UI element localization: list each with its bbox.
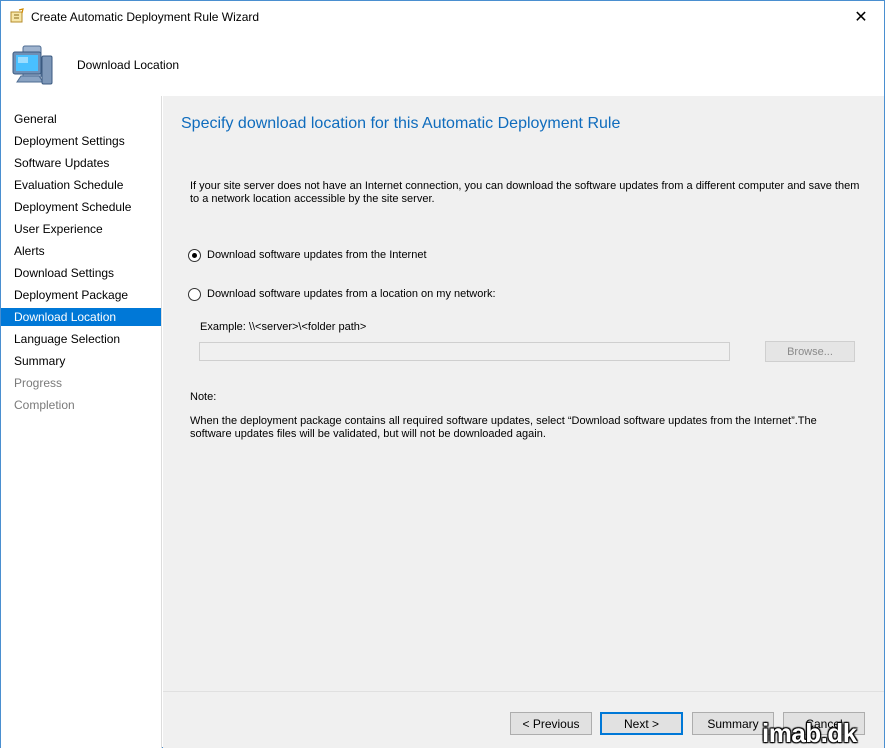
wizard-window: Create Automatic Deployment Rule Wizard …: [0, 0, 885, 748]
radio-download-from-network[interactable]: Download software updates from a locatio…: [188, 286, 496, 302]
watermark: imab.dk: [762, 718, 857, 748]
note-text: When the deployment package contains all…: [190, 415, 817, 440]
radio-network-label[interactable]: Download software updates from a locatio…: [207, 288, 496, 300]
path-example-label: Example: \\<server>\<folder path>: [200, 321, 367, 333]
sidebar-item-download-location[interactable]: Download Location: [1, 308, 161, 326]
wizard-page-content: Specify download location for this Autom…: [163, 96, 884, 748]
note-label: Note:: [190, 391, 217, 403]
wizard-app-icon: [9, 8, 25, 24]
close-button[interactable]: ✕: [838, 1, 884, 32]
title-bar: Create Automatic Deployment Rule Wizard …: [1, 1, 884, 32]
previous-button[interactable]: < Previous: [510, 712, 592, 735]
network-path-input: [199, 342, 730, 361]
sidebar-item-progress: Progress: [14, 376, 63, 390]
sidebar-item-summary[interactable]: Summary: [1, 352, 161, 370]
sidebar-item-user-experience[interactable]: User Experience: [1, 220, 161, 238]
radio-internet-label[interactable]: Download software updates from the Inter…: [207, 249, 427, 261]
header-title: Download Location: [77, 58, 180, 72]
radio-download-from-internet[interactable]: Download software updates from the Inter…: [188, 247, 427, 263]
sidebar-item-completion: Completion: [14, 398, 75, 412]
radio-button-unchecked[interactable]: [188, 287, 201, 301]
browse-button: Browse...: [765, 341, 855, 362]
footer-divider: [163, 691, 884, 692]
sidebar-item-download-settings[interactable]: Download Settings: [1, 264, 161, 282]
sidebar-item-language-selection[interactable]: Language Selection: [1, 330, 161, 348]
sidebar-item-deployment-schedule[interactable]: Deployment Schedule: [1, 198, 161, 216]
previous-button-label: < Previous: [522, 716, 580, 731]
intro-text: If your site server does not have an Int…: [190, 180, 860, 205]
next-button[interactable]: Next >: [600, 712, 683, 735]
wizard-header: Download Location: [1, 32, 884, 96]
sidebar-item-alerts[interactable]: Alerts: [1, 242, 161, 260]
sidebar-item-evaluation-schedule[interactable]: Evaluation Schedule: [1, 176, 161, 194]
summary-button-label: Summary: [707, 716, 759, 731]
wizard-steps-sidebar: General Deployment Settings Software Upd…: [1, 96, 162, 748]
sidebar-item-deployment-settings[interactable]: Deployment Settings: [1, 132, 161, 150]
sidebar-item-deployment-package[interactable]: Deployment Package: [1, 286, 161, 304]
page-title: Specify download location for this Autom…: [181, 115, 621, 132]
computer-icon: [9, 42, 57, 90]
next-button-label: Next >: [623, 716, 659, 731]
sidebar-item-general[interactable]: General: [1, 110, 161, 128]
window-title: Create Automatic Deployment Rule Wizard: [31, 10, 260, 24]
radio-button-checked[interactable]: [188, 248, 201, 262]
sidebar-item-software-updates[interactable]: Software Updates: [1, 154, 161, 172]
